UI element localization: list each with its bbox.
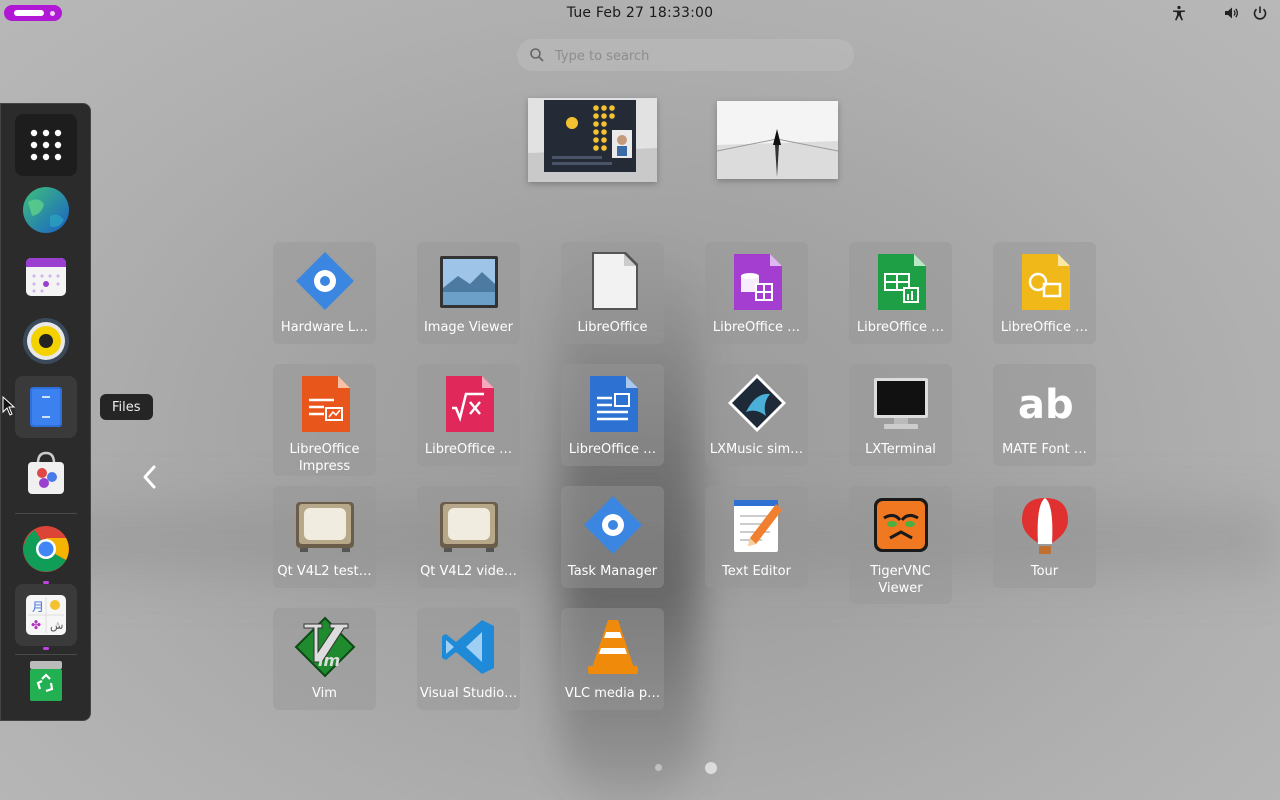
tigervnc-icon — [869, 493, 933, 557]
workspace-thumbnail-2[interactable] — [717, 101, 838, 179]
search-input[interactable] — [553, 45, 847, 67]
activities-button[interactable] — [4, 5, 62, 21]
power-icon[interactable] — [1250, 4, 1270, 22]
qt-v4l2-video-icon — [437, 493, 501, 557]
app-tile[interactable]: TigerVNC Viewer — [849, 486, 952, 604]
trash-icon — [30, 661, 62, 701]
workspace-indicator-active — [14, 10, 44, 16]
clock[interactable]: Tue Feb 27 18:33:00 — [567, 5, 714, 21]
calendar-icon — [26, 258, 66, 296]
show-apps-button[interactable] — [15, 114, 77, 176]
libreoffice-icon — [581, 249, 645, 313]
svg-text:月: 月 — [32, 600, 44, 614]
mouse-cursor — [2, 396, 16, 416]
app-tile[interactable]: Qt V4L2 test… — [273, 486, 376, 588]
app-tile[interactable]: im Vim — [273, 608, 376, 710]
speaker-icon — [23, 318, 69, 364]
vscode-icon — [437, 615, 501, 679]
image-viewer-icon — [437, 249, 501, 313]
svg-text:ab: ab — [1018, 382, 1074, 428]
app-tile[interactable]: LibreOffice — [561, 242, 664, 344]
app-tile[interactable]: Qt V4L2 vide… — [417, 486, 520, 588]
app-tile[interactable]: Task Manager — [561, 486, 664, 588]
app-tile[interactable]: Tour — [993, 486, 1096, 588]
app-tile[interactable]: LibreOffice … — [849, 242, 952, 344]
svg-text:ش: ش — [50, 619, 63, 632]
workspace-thumbnail-1[interactable] — [528, 98, 657, 182]
app-tile[interactable]: Text Editor — [705, 486, 808, 588]
svg-text:✤: ✤ — [31, 618, 41, 632]
dock-item-trash[interactable] — [15, 650, 77, 712]
app-tile[interactable]: LXMusic sim… — [705, 364, 808, 466]
lxmusic-icon — [725, 371, 789, 435]
accessibility-icon[interactable] — [1169, 4, 1189, 22]
app-tile[interactable]: LibreOffice … — [705, 242, 808, 344]
libreoffice-base-icon — [725, 249, 789, 313]
page-dot-1[interactable] — [655, 764, 662, 771]
app-tile[interactable]: LibreOffice … — [561, 364, 664, 466]
app-tile[interactable]: Visual Studio… — [417, 608, 520, 710]
bag-icon — [28, 451, 64, 494]
globe-icon — [23, 187, 69, 233]
libreoffice-draw-icon — [1013, 249, 1077, 313]
svg-text:im: im — [318, 651, 340, 670]
hardware-gear-icon — [293, 249, 357, 313]
app-tile[interactable]: LibreOffice … — [993, 242, 1096, 344]
task-manager-icon — [581, 493, 645, 557]
dock-tooltip: Files — [100, 394, 153, 420]
vlc-icon — [581, 615, 645, 679]
libreoffice-writer-icon — [581, 371, 645, 435]
grid-icon — [30, 129, 62, 161]
dock-item-characters[interactable]: 月 ✤ ش — [15, 584, 77, 650]
dock-item-browser[interactable] — [15, 179, 77, 241]
font-viewer-icon: ab — [1013, 371, 1077, 435]
libreoffice-calc-icon — [869, 249, 933, 313]
app-tile[interactable]: Image Viewer — [417, 242, 520, 344]
workspace-indicator-dot — [50, 11, 55, 16]
app-tile[interactable]: LibreOffice … — [417, 364, 520, 466]
app-tile[interactable]: VLC media p… — [561, 608, 664, 710]
search-icon — [530, 48, 544, 62]
terminal-icon — [869, 371, 933, 435]
previous-page-arrow[interactable] — [139, 464, 161, 490]
system-tray[interactable] — [1169, 4, 1270, 22]
qt-v4l2-test-icon — [293, 493, 357, 557]
volume-icon[interactable] — [1222, 4, 1242, 22]
search-bar[interactable] — [517, 39, 854, 71]
tour-balloon-icon — [1013, 493, 1077, 557]
page-dot-2[interactable] — [705, 762, 717, 774]
dock-item-software[interactable] — [15, 442, 77, 504]
libreoffice-math-icon — [437, 371, 501, 435]
files-icon — [30, 387, 62, 427]
dock-item-music[interactable] — [15, 310, 77, 372]
dock-item-calendar[interactable] — [15, 245, 77, 307]
text-editor-icon — [725, 493, 789, 557]
dock-item-files[interactable] — [15, 376, 77, 438]
app-tile[interactable]: Hardware L… — [273, 242, 376, 344]
top-bar: Tue Feb 27 18:33:00 — [0, 0, 1280, 26]
app-tile[interactable]: ab MATE Font … — [993, 364, 1096, 466]
vim-icon: im — [293, 615, 357, 679]
dock-separator — [15, 513, 77, 514]
dock-item-chrome[interactable] — [15, 518, 77, 584]
app-tile[interactable]: LXTerminal — [849, 364, 952, 466]
chrome-icon — [23, 526, 69, 572]
libreoffice-impress-icon — [293, 371, 357, 435]
characters-icon: 月 ✤ ش — [26, 595, 66, 635]
app-tile[interactable]: LibreOffice Impress — [273, 364, 376, 476]
